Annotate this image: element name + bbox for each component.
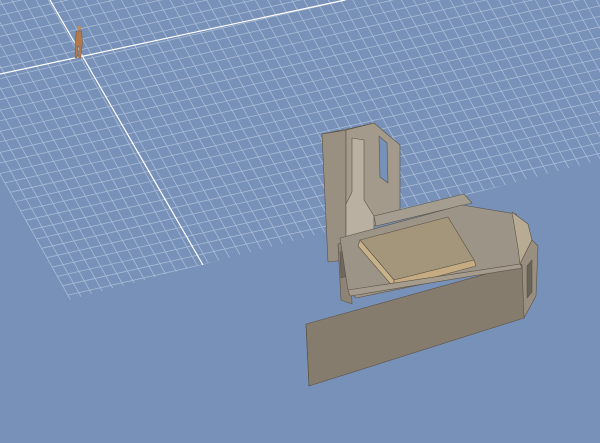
right-window bbox=[526, 259, 533, 299]
grid-line bbox=[0, 0, 600, 90]
grid-line bbox=[0, 2, 133, 302]
figure-head bbox=[77, 25, 81, 31]
grid-line bbox=[558, 0, 600, 167]
grid-line bbox=[28, 0, 198, 287]
viewport-canvas[interactable] bbox=[0, 0, 600, 443]
grid-line bbox=[514, 0, 600, 177]
x-axis-line bbox=[0, 0, 346, 75]
tower-window bbox=[378, 135, 389, 184]
grid-line bbox=[525, 0, 600, 175]
human-figure[interactable] bbox=[74, 25, 83, 59]
figure-body bbox=[74, 30, 83, 59]
grid-line bbox=[579, 0, 600, 163]
grid-line bbox=[115, 0, 284, 268]
grid-line bbox=[471, 0, 600, 187]
grid-line bbox=[15, 49, 600, 202]
grid-line bbox=[18, 0, 187, 290]
grid-line bbox=[10, 39, 600, 193]
grid-line bbox=[0, 4, 122, 305]
3d-viewport[interactable] bbox=[0, 0, 600, 443]
building-model[interactable] bbox=[305, 122, 539, 387]
grid-line bbox=[0, 11, 600, 165]
grid-line bbox=[493, 0, 600, 182]
